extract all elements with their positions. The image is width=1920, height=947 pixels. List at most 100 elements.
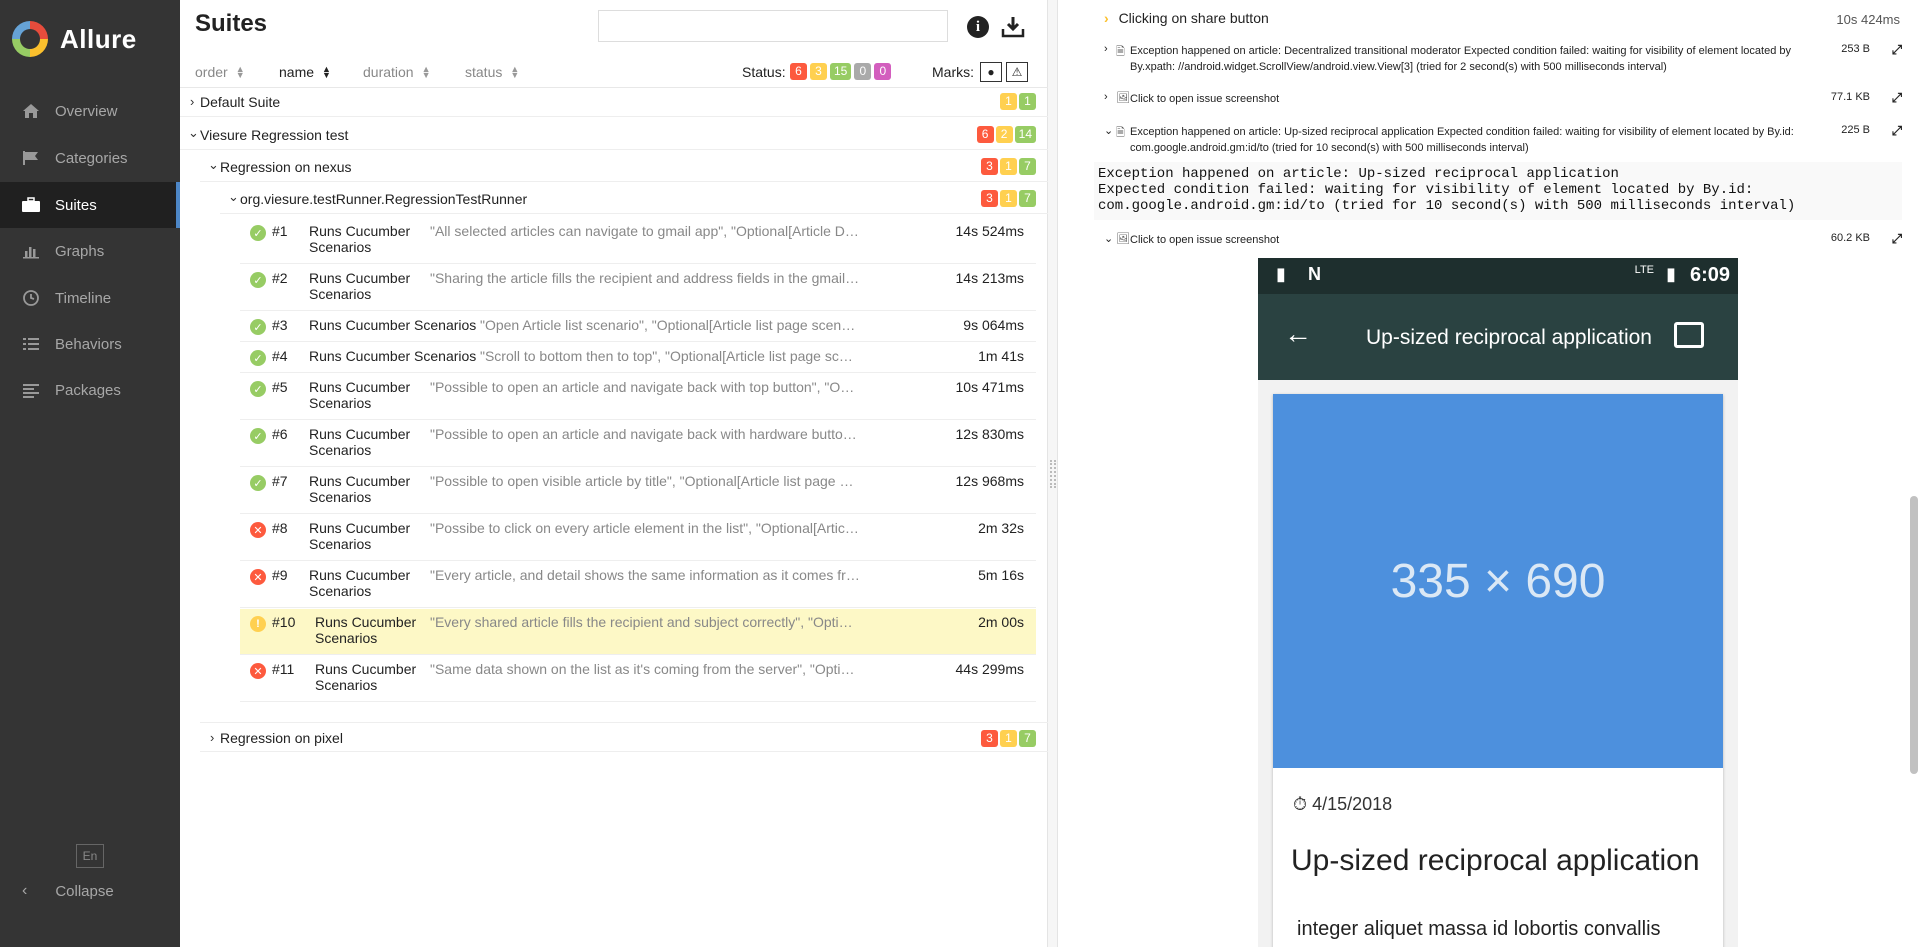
test-parameters: "Possible to open an article and navigat… [430, 379, 860, 395]
brand[interactable]: Allure [12, 18, 137, 60]
sort-order[interactable]: order ▲ ▼ [195, 64, 245, 80]
chevron-right-icon: › [1104, 10, 1109, 26]
expand-icon[interactable]: ⤢ [1892, 42, 1902, 58]
sidebar-item-behaviors[interactable]: Behaviors [0, 321, 180, 367]
suite-runner[interactable]: ⌄ org.viesure.testRunner.RegressionTestR… [220, 184, 1048, 214]
test-number: #8 [272, 520, 288, 536]
sort-duration[interactable]: duration ▲ ▼ [363, 64, 431, 80]
sort-duration-label: duration [363, 64, 414, 80]
image-icon: 🖼 [1116, 233, 1130, 245]
step-header[interactable]: › Clicking on share button 10s 424ms [1104, 10, 1900, 27]
test-parameters: "Open Article list scenario", "Optional[… [480, 317, 856, 333]
n-icon: N [1308, 264, 1321, 284]
test-parameters: "Every shared article fills the recipien… [430, 614, 860, 630]
test-row[interactable]: ✕ #11 Runs Cucumber Scenarios "Same data sh… [240, 656, 1036, 702]
test-row[interactable]: ✓ #3 Runs Cucumber Scenarios "Open Article … [240, 312, 1036, 342]
info-button[interactable]: i [965, 14, 991, 40]
exclamation-circle-icon: ! [250, 616, 266, 632]
collapse-button[interactable]: ‹ Collapse [22, 882, 114, 900]
status-passed-badge[interactable]: 15 [830, 63, 852, 80]
chevron-right-icon: › [210, 730, 215, 745]
suite-status-badges: 6 2 14 [976, 126, 1036, 143]
sidebar: Allure Overview Categories Suites Graphs [0, 0, 180, 947]
pane-splitter[interactable] [1048, 0, 1058, 947]
sort-name[interactable]: name ▲ ▼ [279, 64, 331, 80]
flaky-mark-button[interactable]: ● [980, 62, 1002, 82]
status-unknown-badge[interactable]: 0 [874, 63, 892, 80]
test-duration: 10s 471ms [955, 379, 1024, 395]
allure-logo-icon [12, 21, 48, 57]
collapse-label: Collapse [55, 882, 114, 900]
passed-count: 14 [1014, 126, 1036, 143]
attachment-row[interactable]: › 🖼 Click to open issue screenshot 77.1 … [1104, 90, 1908, 111]
status-failed-badge[interactable]: 6 [790, 63, 807, 80]
suite-status-badges: 3 1 7 [981, 158, 1036, 175]
bomb-icon: ● [987, 65, 995, 79]
expand-icon[interactable]: ⤢ [1892, 123, 1902, 139]
chevron-right-icon: › [1104, 43, 1108, 55]
test-row[interactable]: ✓ #7 Runs Cucumber Scenarios "Possible to o… [240, 468, 1036, 514]
test-title: Runs Cucumber Scenarios [309, 379, 411, 411]
sidebar-item-overview[interactable]: Overview [0, 88, 180, 134]
attachment-row[interactable]: › 🗎 Exception happened on article: Decen… [1104, 42, 1908, 77]
image-icon: 🖼 [1116, 92, 1130, 104]
attachment-content: Exception happened on article: Up-sized … [1094, 162, 1902, 220]
test-row[interactable]: ✓ #6 Runs Cucumber Scenarios "Possible to o… [240, 421, 1036, 467]
test-number: #9 [272, 567, 288, 583]
sidebar-item-timeline[interactable]: Timeline [0, 275, 180, 321]
sidebar-item-categories[interactable]: Categories [0, 135, 180, 181]
test-row[interactable]: ✓ #1 Runs Cucumber Scenarios "All selected … [240, 218, 1036, 264]
status-skipped-badge[interactable]: 0 [854, 63, 872, 80]
sidebar-item-packages[interactable]: Packages [0, 367, 180, 413]
new-failed-mark-button[interactable]: ⚠ [1006, 62, 1028, 82]
article-date-text: 4/15/2018 [1312, 794, 1393, 814]
clock-icon [20, 287, 42, 309]
suite-nexus[interactable]: ⌄ Regression on nexus 3 1 7 [200, 152, 1048, 182]
test-duration: 1m 41s [978, 348, 1024, 364]
sort-status[interactable]: status ▲ ▼ [465, 64, 519, 80]
test-number: #4 [272, 348, 288, 364]
suite-name: Viesure Regression test [200, 127, 349, 143]
scrollbar[interactable] [1910, 496, 1918, 774]
status-broken-badge[interactable]: 3 [810, 63, 827, 80]
list-icon [20, 333, 42, 355]
download-button[interactable] [1000, 14, 1026, 40]
suite-default[interactable]: › Default Suite 1 1 [180, 89, 1048, 117]
test-row[interactable]: ✕ #8 Runs Cucumber Scenarios "Possibe to cl… [240, 515, 1036, 561]
test-row[interactable]: ✕ #9 Runs Cucumber Scenarios "Every article… [240, 562, 1036, 608]
flag-icon [20, 147, 42, 169]
expand-icon[interactable]: ⤢ [1892, 90, 1902, 106]
sort-name-label: name [279, 64, 315, 80]
test-row[interactable]: ✓ #5 Runs Cucumber Scenarios "Possible to o… [240, 374, 1036, 420]
test-number: #11 [272, 661, 295, 677]
phone-app-title: Up-sized reciprocal application [1366, 326, 1652, 349]
attachment-row[interactable]: ⌄ 🖼 Click to open issue screenshot 60.2 … [1104, 231, 1908, 252]
marks-label: Marks: [932, 64, 974, 80]
language-button[interactable]: En [76, 844, 104, 868]
message-icon [1674, 322, 1704, 348]
suite-pixel[interactable]: › Regression on pixel 3 1 7 [200, 722, 1048, 752]
page-title: Suites [195, 10, 268, 37]
broken-count: 1 [1000, 190, 1017, 207]
test-parameters: "Possible to open visible article by tit… [430, 473, 860, 489]
search-input[interactable] [598, 10, 948, 42]
step-name: Clicking on share button [1118, 10, 1269, 26]
attachment-row[interactable]: ⌄ 🗎 Exception happened on article: Up-si… [1104, 123, 1908, 158]
sort-arrows-icon: ▲ ▼ [322, 64, 331, 80]
sidebar-item-suites[interactable]: Suites [0, 182, 180, 228]
test-title: Runs Cucumber Scenarios [309, 223, 411, 255]
sort-status-label: status [465, 64, 503, 80]
test-row[interactable]: ✓ #4 Runs Cucumber Scenarios "Scroll to bot… [240, 343, 1036, 373]
check-circle-icon: ✓ [250, 272, 266, 288]
sidebar-item-label: Timeline [55, 289, 112, 307]
suite-viesure[interactable]: ⌄ Viesure Regression test 6 2 14 [180, 120, 1048, 150]
sidebar-item-graphs[interactable]: Graphs [0, 228, 180, 274]
expand-icon[interactable]: ⤢ [1892, 231, 1902, 247]
chevron-down-icon: ⌄ [1104, 233, 1114, 245]
test-row[interactable]: ! #10 Runs Cucumber Scenarios "Every shared… [240, 609, 1036, 655]
marks-filter: ● ⚠ [976, 62, 1028, 82]
test-row[interactable]: ✓ #2 Runs Cucumber Scenarios "Sharing the a… [240, 265, 1036, 311]
attachment-title: Exception happened on article: Up-sized … [1130, 126, 1794, 154]
sidebar-item-label: Suites [55, 196, 97, 214]
info-icon: i [967, 16, 989, 38]
